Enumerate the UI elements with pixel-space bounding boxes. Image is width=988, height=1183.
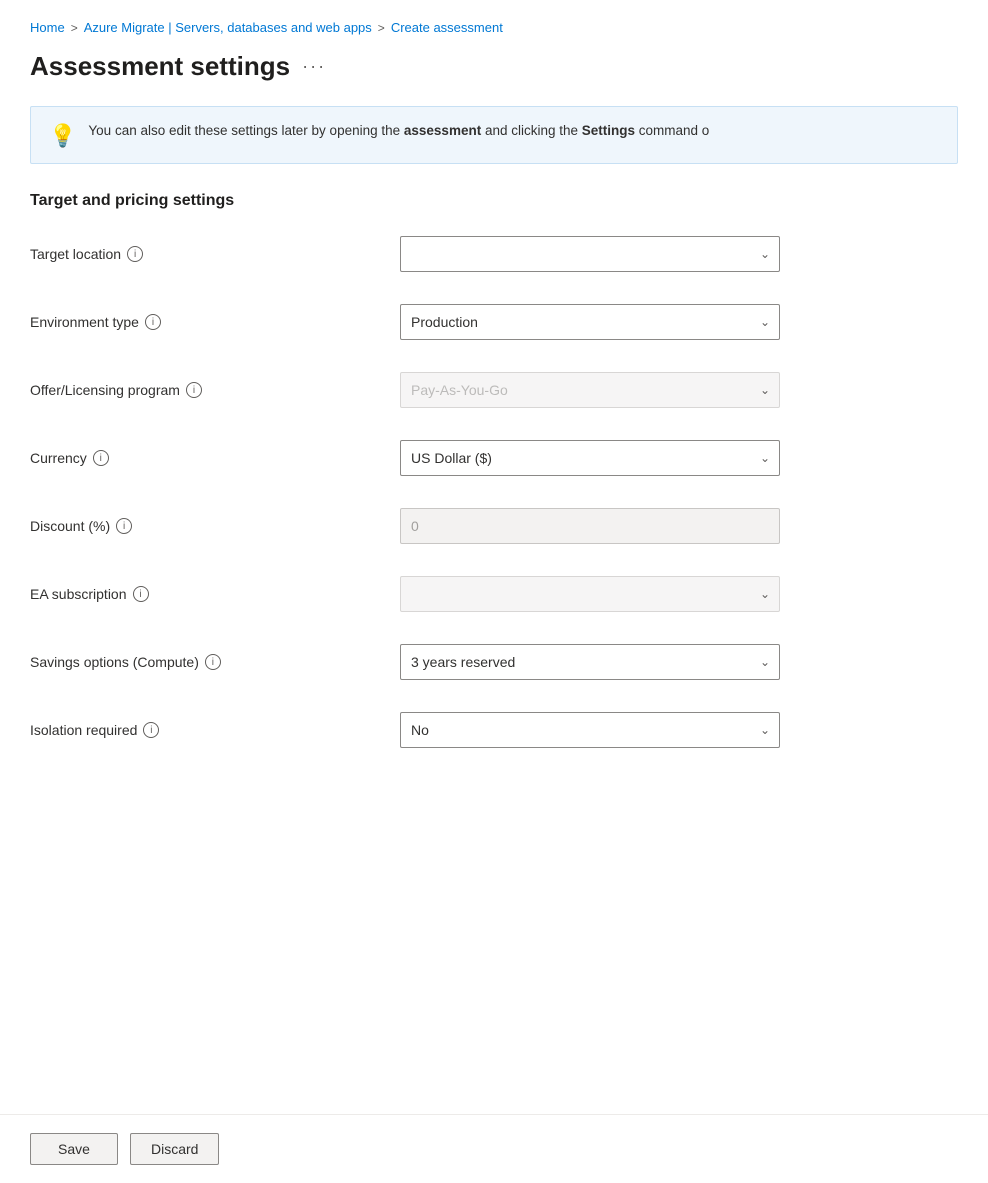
select-wrapper-offer-licensing: Pay-As-You-Go ⌄ xyxy=(400,372,780,408)
page-menu-icon[interactable]: ··· xyxy=(302,56,326,77)
form-row-savings-options: Savings options (Compute) i 3 years rese… xyxy=(30,640,850,684)
breadcrumb: Home > Azure Migrate | Servers, database… xyxy=(30,20,958,35)
breadcrumb-azure-migrate[interactable]: Azure Migrate | Servers, databases and w… xyxy=(84,20,372,35)
form-row-currency: Currency i US Dollar ($) Euro (€) ⌄ xyxy=(30,436,850,480)
label-ea-subscription: EA subscription i xyxy=(30,586,400,602)
info-banner: 💡 You can also edit these settings later… xyxy=(30,106,958,164)
form-row-discount: Discount (%) i xyxy=(30,504,850,548)
select-isolation-required[interactable]: No Yes xyxy=(400,712,780,748)
label-currency: Currency i xyxy=(30,450,400,466)
label-target-location: Target location i xyxy=(30,246,400,262)
info-icon-offer-licensing[interactable]: i xyxy=(186,382,202,398)
info-icon-isolation-required[interactable]: i xyxy=(143,722,159,738)
footer: Save Discard xyxy=(0,1114,988,1183)
bulb-icon: 💡 xyxy=(49,123,76,149)
select-environment-type[interactable]: Production Dev/Test xyxy=(400,304,780,340)
control-target-location: ⌄ xyxy=(400,236,850,272)
select-wrapper-currency: US Dollar ($) Euro (€) ⌄ xyxy=(400,440,780,476)
info-icon-discount[interactable]: i xyxy=(116,518,132,534)
info-icon-environment-type[interactable]: i xyxy=(145,314,161,330)
info-icon-target-location[interactable]: i xyxy=(127,246,143,262)
label-savings-options: Savings options (Compute) i xyxy=(30,654,400,670)
select-wrapper-target-location: ⌄ xyxy=(400,236,780,272)
info-banner-text: You can also edit these settings later b… xyxy=(88,121,709,141)
select-wrapper-savings-options: 3 years reserved 1 year reserved None ⌄ xyxy=(400,644,780,680)
breadcrumb-sep-1: > xyxy=(71,21,78,35)
info-icon-currency[interactable]: i xyxy=(93,450,109,466)
form-row-isolation-required: Isolation required i No Yes ⌄ xyxy=(30,708,850,752)
select-savings-options[interactable]: 3 years reserved 1 year reserved None xyxy=(400,644,780,680)
label-discount: Discount (%) i xyxy=(30,518,400,534)
form-row-offer-licensing: Offer/Licensing program i Pay-As-You-Go … xyxy=(30,368,850,412)
info-icon-ea-subscription[interactable]: i xyxy=(133,586,149,602)
select-wrapper-ea-subscription: ⌄ xyxy=(400,576,780,612)
label-offer-licensing: Offer/Licensing program i xyxy=(30,382,400,398)
control-discount xyxy=(400,508,850,544)
save-button[interactable]: Save xyxy=(30,1133,118,1165)
form-row-target-location: Target location i ⌄ xyxy=(30,232,850,276)
breadcrumb-create-assessment[interactable]: Create assessment xyxy=(391,20,503,35)
breadcrumb-home[interactable]: Home xyxy=(30,20,65,35)
input-discount[interactable] xyxy=(400,508,780,544)
control-currency: US Dollar ($) Euro (€) ⌄ xyxy=(400,440,850,476)
page-title: Assessment settings xyxy=(30,51,290,82)
form-row-environment-type: Environment type i Production Dev/Test ⌄ xyxy=(30,300,850,344)
page-header: Assessment settings ··· xyxy=(30,51,958,82)
info-icon-savings-options[interactable]: i xyxy=(205,654,221,670)
select-offer-licensing[interactable]: Pay-As-You-Go xyxy=(400,372,780,408)
breadcrumb-sep-2: > xyxy=(378,21,385,35)
control-environment-type: Production Dev/Test ⌄ xyxy=(400,304,850,340)
control-savings-options: 3 years reserved 1 year reserved None ⌄ xyxy=(400,644,850,680)
control-ea-subscription: ⌄ xyxy=(400,576,850,612)
select-wrapper-environment-type: Production Dev/Test ⌄ xyxy=(400,304,780,340)
control-offer-licensing: Pay-As-You-Go ⌄ xyxy=(400,372,850,408)
control-isolation-required: No Yes ⌄ xyxy=(400,712,850,748)
form-section: Target and pricing settings Target locat… xyxy=(30,192,850,752)
form-row-ea-subscription: EA subscription i ⌄ xyxy=(30,572,850,616)
discard-button[interactable]: Discard xyxy=(130,1133,219,1165)
label-isolation-required: Isolation required i xyxy=(30,722,400,738)
select-target-location[interactable] xyxy=(400,236,780,272)
select-ea-subscription[interactable] xyxy=(400,576,780,612)
section-title: Target and pricing settings xyxy=(30,192,850,210)
label-environment-type: Environment type i xyxy=(30,314,400,330)
select-wrapper-isolation-required: No Yes ⌄ xyxy=(400,712,780,748)
select-currency[interactable]: US Dollar ($) Euro (€) xyxy=(400,440,780,476)
